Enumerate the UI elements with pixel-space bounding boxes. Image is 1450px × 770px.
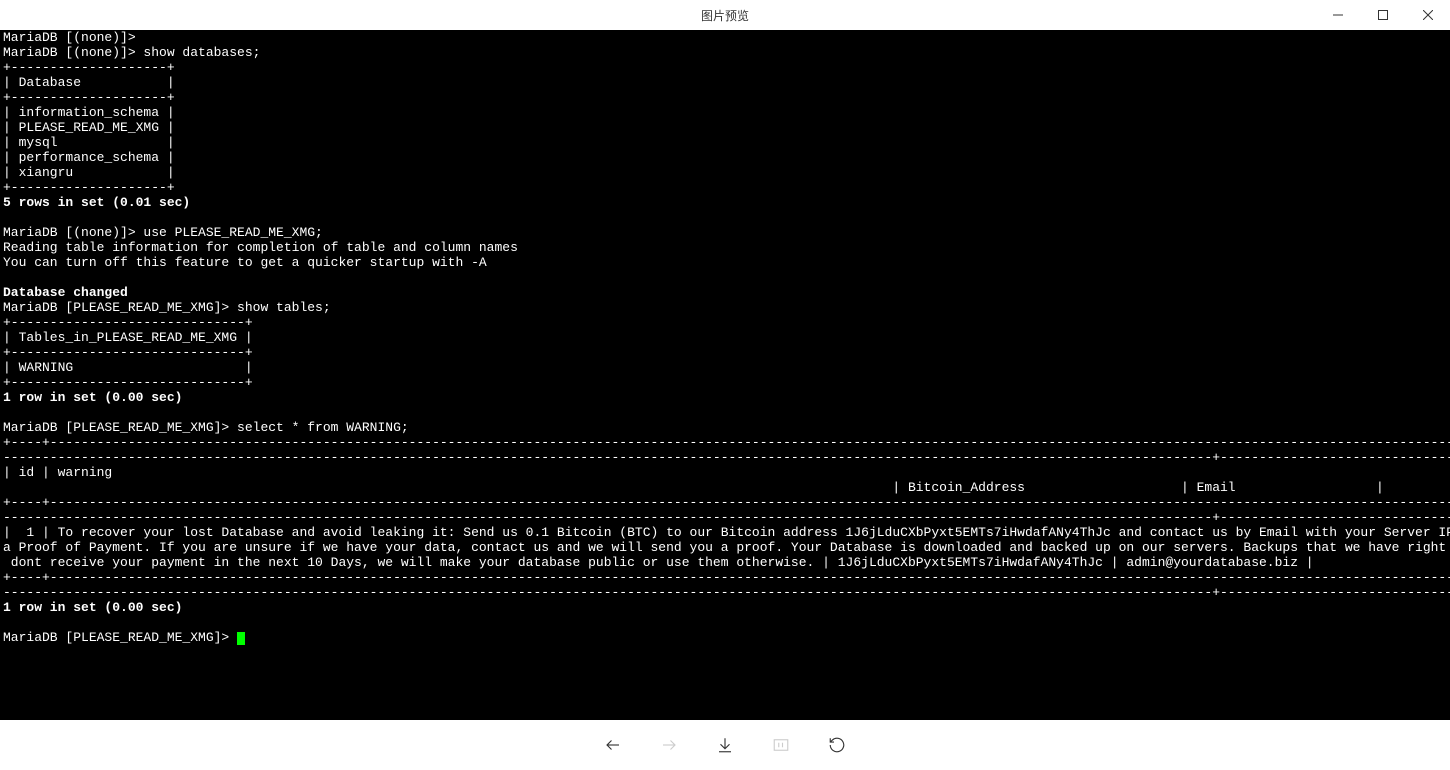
terminal-line: | WARNING | bbox=[3, 360, 253, 375]
terminal-line: Reading table information for completion… bbox=[3, 240, 518, 255]
terminal-line: | id | warning bbox=[3, 465, 112, 480]
terminal-line: +------------------------------+ bbox=[3, 315, 253, 330]
window-title: 图片预览 bbox=[701, 7, 749, 24]
terminal-line: | information_schema | bbox=[3, 105, 175, 120]
download-button[interactable] bbox=[713, 733, 737, 757]
terminal-output: MariaDB [(none)]> MariaDB [(none)]> show… bbox=[0, 30, 1450, 720]
terminal-line: MariaDB [(none)]> use PLEASE_READ_ME_XMG… bbox=[3, 225, 323, 240]
terminal-line: a Proof of Payment. If you are unsure if… bbox=[3, 540, 1450, 555]
terminal-line: MariaDB [(none)]> show databases; bbox=[3, 45, 260, 60]
terminal-line: | PLEASE_READ_ME_XMG | bbox=[3, 120, 175, 135]
terminal-line: | Bitcoin_Address | Email | bbox=[3, 480, 1384, 495]
terminal-line: | performance_schema | bbox=[3, 150, 175, 165]
titlebar: 图片预览 bbox=[0, 0, 1450, 30]
terminal-line: MariaDB [(none)]> bbox=[3, 30, 136, 45]
terminal-line: ----------------------------------------… bbox=[3, 510, 1450, 525]
terminal-line: | Database | bbox=[3, 75, 175, 90]
terminal-line: +------------------------------+ bbox=[3, 345, 253, 360]
terminal-line: | xiangru | bbox=[3, 165, 175, 180]
terminal-line: ----------------------------------------… bbox=[3, 585, 1450, 600]
terminal-line: +----+----------------------------------… bbox=[3, 495, 1450, 510]
terminal-prompt[interactable]: MariaDB [PLEASE_READ_ME_XMG]> bbox=[3, 630, 237, 645]
window-controls bbox=[1315, 0, 1450, 30]
actual-size-button[interactable] bbox=[769, 733, 793, 757]
terminal-line: | 1 | To recover your lost Database and … bbox=[3, 525, 1450, 540]
terminal-line: ----------------------------------------… bbox=[3, 450, 1450, 465]
terminal-line: +----+----------------------------------… bbox=[3, 435, 1450, 450]
terminal-line: dont receive your payment in the next 10… bbox=[3, 555, 1314, 570]
terminal-line: You can turn off this feature to get a q… bbox=[3, 255, 487, 270]
previous-button[interactable] bbox=[601, 733, 625, 757]
terminal-line: +--------------------+ bbox=[3, 60, 175, 75]
next-button[interactable] bbox=[657, 733, 681, 757]
minimize-button[interactable] bbox=[1315, 0, 1360, 30]
terminal-line: +--------------------+ bbox=[3, 90, 175, 105]
terminal-line: 1 row in set (0.00 sec) bbox=[3, 390, 182, 405]
close-button[interactable] bbox=[1405, 0, 1450, 30]
maximize-button[interactable] bbox=[1360, 0, 1405, 30]
terminal-line: +--------------------+ bbox=[3, 180, 175, 195]
terminal-line: +----+----------------------------------… bbox=[3, 570, 1450, 585]
terminal-line: | mysql | bbox=[3, 135, 175, 150]
image-viewer-toolbar bbox=[0, 720, 1450, 770]
terminal-line: Database changed bbox=[3, 285, 128, 300]
terminal-line: MariaDB [PLEASE_READ_ME_XMG]> show table… bbox=[3, 300, 331, 315]
terminal-line: +------------------------------+ bbox=[3, 375, 253, 390]
terminal-line: 5 rows in set (0.01 sec) bbox=[3, 195, 190, 210]
terminal-line: MariaDB [PLEASE_READ_ME_XMG]> select * f… bbox=[3, 420, 409, 435]
rotate-button[interactable] bbox=[825, 733, 849, 757]
terminal-line: | Tables_in_PLEASE_READ_ME_XMG | bbox=[3, 330, 253, 345]
terminal-line: 1 row in set (0.00 sec) bbox=[3, 600, 182, 615]
cursor-icon bbox=[237, 632, 245, 645]
